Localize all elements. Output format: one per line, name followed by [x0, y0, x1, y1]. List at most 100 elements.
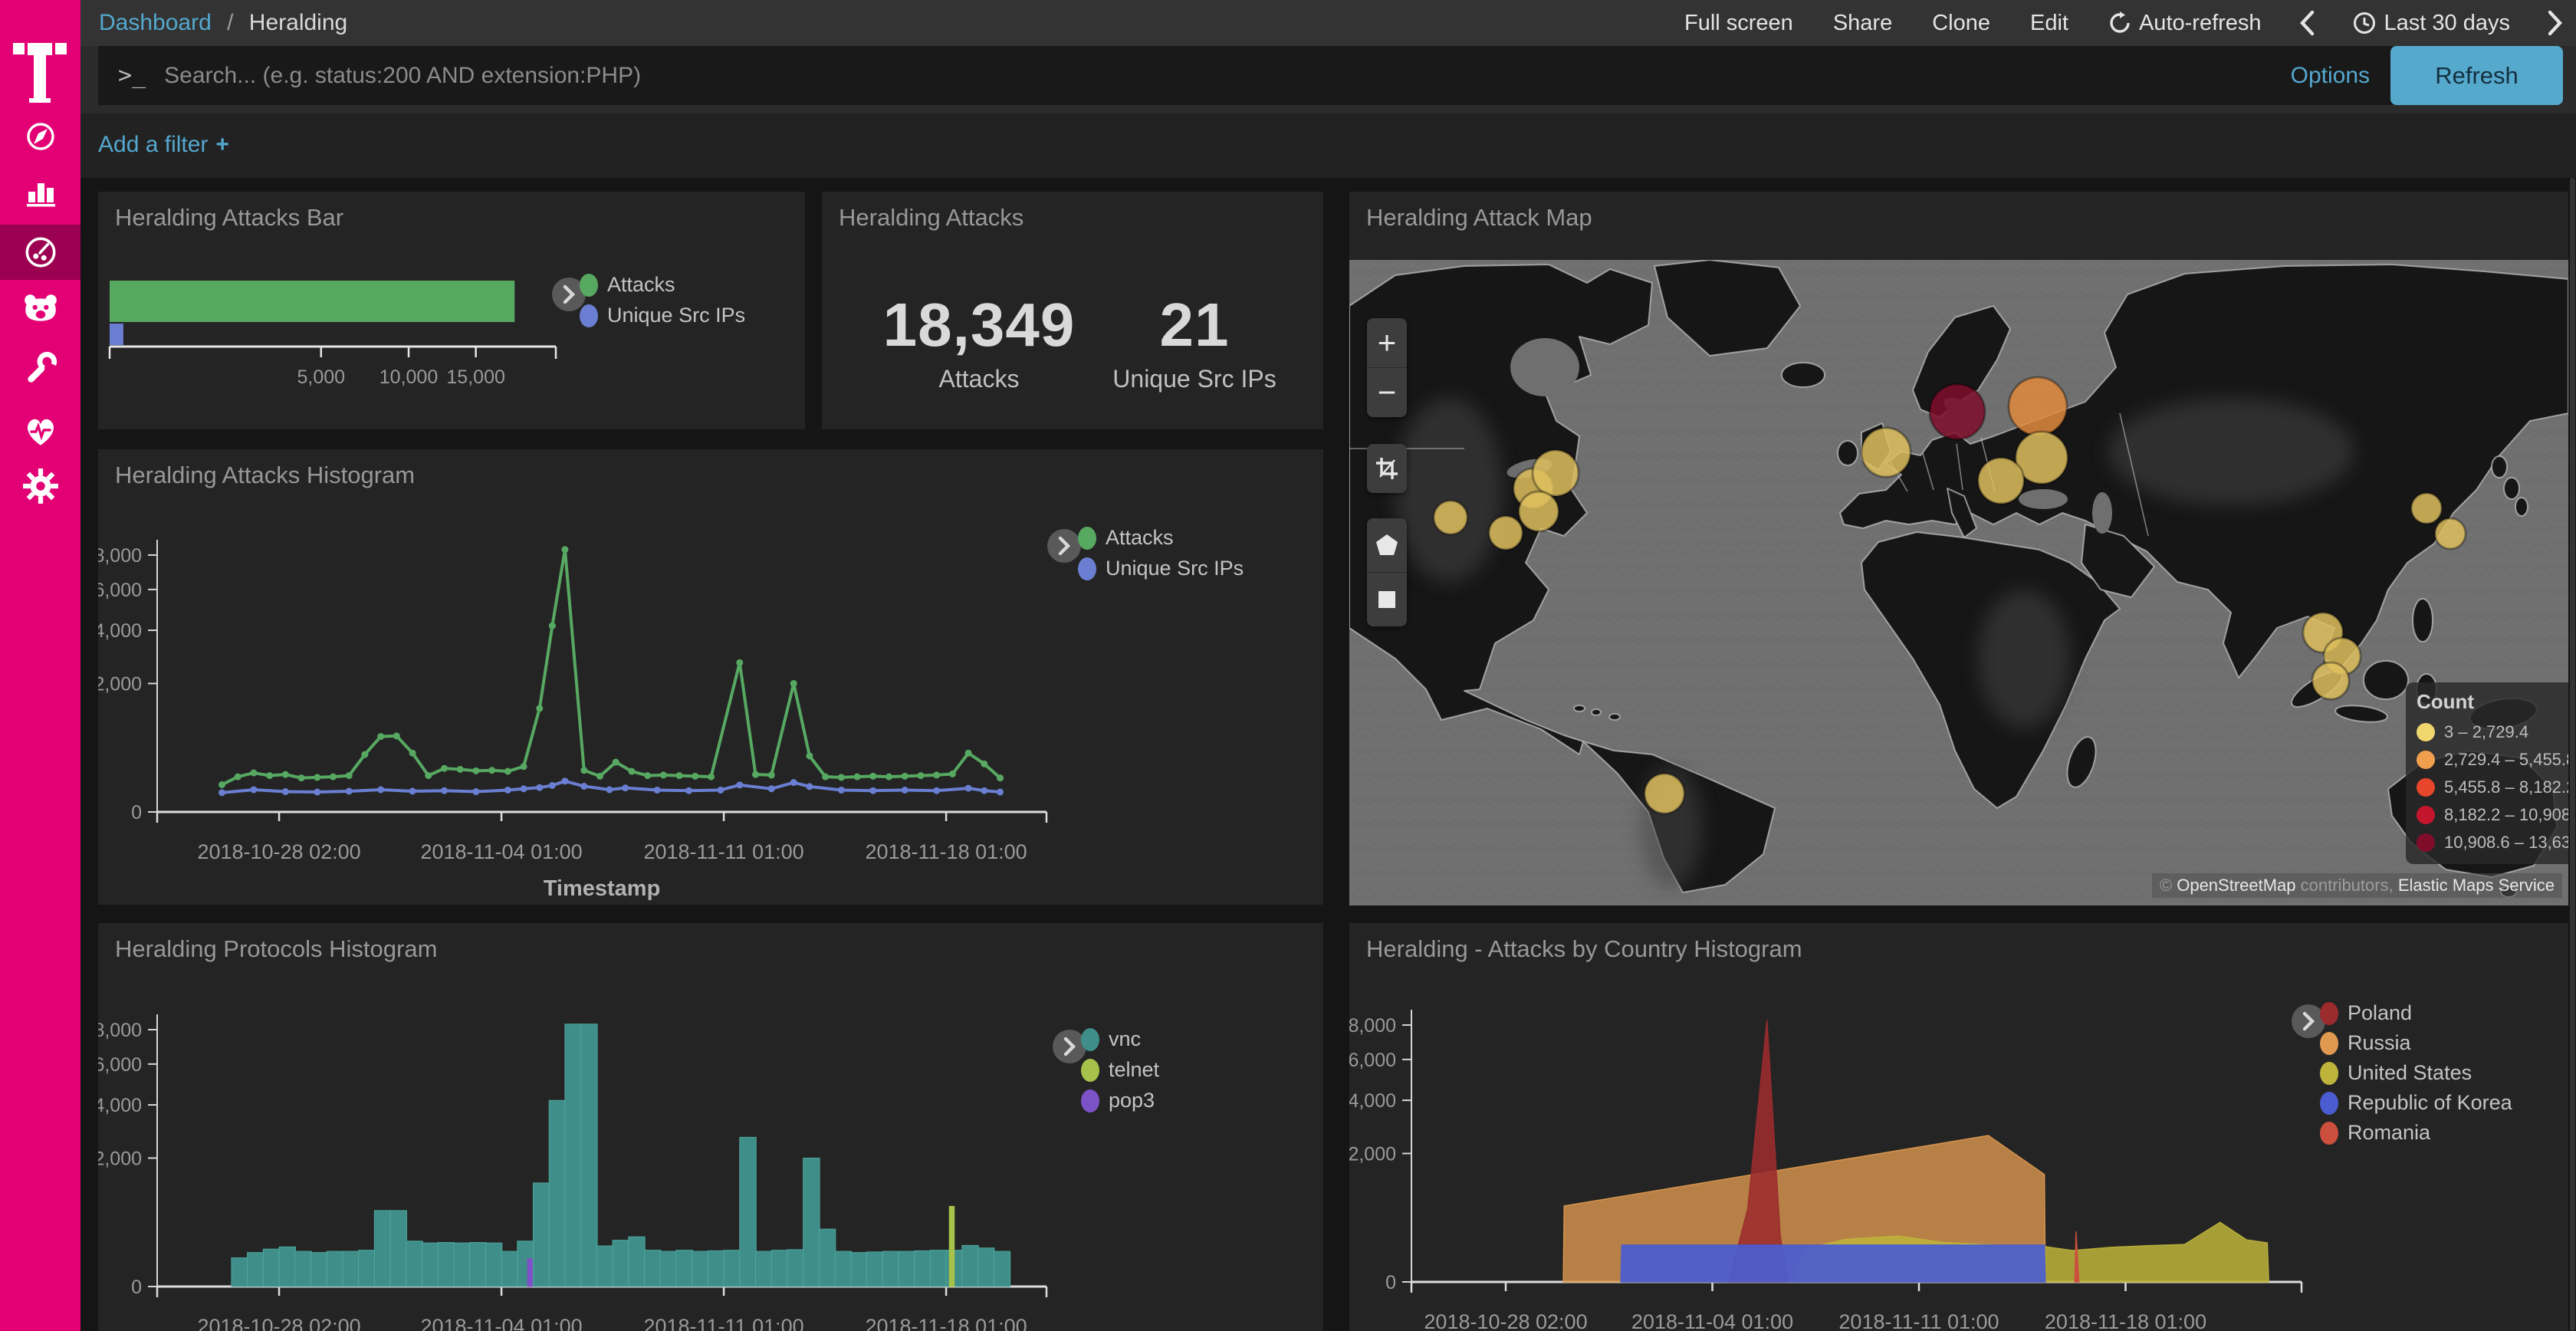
bar-vnc[interactable]: [485, 1243, 501, 1287]
bar-vnc[interactable]: [962, 1245, 978, 1287]
legend-item[interactable]: Russia: [2320, 1031, 2411, 1055]
bar-vnc[interactable]: [645, 1250, 661, 1287]
bar-vnc[interactable]: [771, 1250, 787, 1287]
options-link[interactable]: Options: [2291, 63, 2370, 89]
t-mobile-logo-icon[interactable]: [13, 26, 67, 114]
legend-item[interactable]: telnet: [1081, 1058, 1159, 1082]
bar-vnc[interactable]: [310, 1253, 327, 1287]
attack-marker[interactable]: [1533, 450, 1579, 496]
attack-marker[interactable]: [2312, 662, 2349, 699]
edit-button[interactable]: Edit: [2030, 11, 2068, 36]
search-input[interactable]: [163, 62, 2290, 90]
bar-vnc[interactable]: [534, 1183, 550, 1287]
draw-rectangle-button[interactable]: [1367, 572, 1407, 626]
bar-vnc[interactable]: [470, 1243, 486, 1287]
bar-vnc[interactable]: [978, 1248, 994, 1287]
attribution-link[interactable]: Elastic Maps Service: [2398, 876, 2555, 895]
zoom-out-button[interactable]: −: [1367, 367, 1407, 417]
bar-vnc[interactable]: [692, 1251, 708, 1287]
bar-vnc[interactable]: [930, 1250, 946, 1287]
bar-vnc[interactable]: [724, 1250, 740, 1287]
bar-vnc[interactable]: [248, 1253, 264, 1287]
sidebar-item-monitoring[interactable]: [0, 403, 80, 458]
attack-marker[interactable]: [1930, 384, 1985, 439]
zoom-in-button[interactable]: +: [1367, 318, 1407, 367]
bar-vnc[interactable]: [295, 1251, 311, 1287]
bar-vnc[interactable]: [581, 1024, 597, 1287]
attack-marker[interactable]: [1489, 516, 1523, 550]
bar-vnc[interactable]: [501, 1251, 518, 1287]
bar-vnc[interactable]: [565, 1024, 581, 1287]
crop-tool-button[interactable]: [1367, 444, 1407, 493]
bar-vnc[interactable]: [232, 1258, 248, 1287]
bar-vnc[interactable]: [851, 1253, 867, 1287]
legend-item[interactable]: Republic of Korea: [2320, 1091, 2512, 1115]
sidebar-item-dev-tools[interactable]: [0, 340, 80, 396]
bar-vnc[interactable]: [390, 1211, 406, 1287]
bar-Attacks[interactable]: [110, 281, 514, 322]
bar-vnc[interactable]: [549, 1100, 565, 1287]
bar-vnc[interactable]: [882, 1251, 899, 1287]
series-line-Attacks[interactable]: [222, 550, 1000, 785]
sidebar-item-visualize[interactable]: [0, 164, 80, 219]
legend-item[interactable]: Unique Src IPs: [580, 304, 745, 327]
bar-vnc[interactable]: [708, 1250, 724, 1287]
bar-vnc[interactable]: [740, 1137, 756, 1287]
attack-marker[interactable]: [2411, 493, 2442, 524]
bar-vnc[interactable]: [787, 1250, 803, 1287]
legend-item[interactable]: United States: [2320, 1061, 2472, 1085]
legend-item[interactable]: Unique Src IPs: [1078, 557, 1244, 580]
bar-vnc[interactable]: [803, 1158, 820, 1287]
protocols-histogram-chart[interactable]: 02,0004,0006,0008,0002018-10-28 02:00201…: [98, 923, 1323, 1331]
auto-refresh-button[interactable]: Auto-refresh: [2108, 11, 2262, 36]
breadcrumb-dashboard-link[interactable]: Dashboard: [99, 10, 212, 35]
sidebar-item-management[interactable]: [0, 458, 80, 514]
share-button[interactable]: Share: [1833, 11, 1892, 36]
bar-vnc[interactable]: [438, 1243, 454, 1287]
bar-vnc[interactable]: [374, 1211, 390, 1287]
attack-marker[interactable]: [1644, 774, 1684, 813]
attack-marker[interactable]: [1519, 491, 1559, 531]
bar-vnc[interactable]: [660, 1251, 676, 1287]
bar-vnc[interactable]: [629, 1237, 645, 1287]
attack-marker[interactable]: [1434, 501, 1467, 534]
time-range-button[interactable]: Last 30 days: [2352, 11, 2510, 36]
bar-vnc[interactable]: [915, 1250, 931, 1287]
attack-marker[interactable]: [2009, 377, 2067, 435]
bar-vnc[interactable]: [343, 1251, 359, 1287]
add-filter-button[interactable]: Add a filter+: [98, 132, 229, 158]
attribution-link[interactable]: OpenStreetMap: [2177, 876, 2295, 895]
full-screen-button[interactable]: Full screen: [1684, 11, 1793, 36]
bar-vnc[interactable]: [596, 1246, 613, 1287]
time-back-button[interactable]: [2297, 9, 2317, 37]
draw-polygon-button[interactable]: [1367, 518, 1407, 572]
sidebar-item-timelion[interactable]: [0, 282, 80, 337]
bar-vnc[interactable]: [835, 1251, 851, 1287]
time-forward-button[interactable]: [2545, 9, 2565, 37]
bar-vnc[interactable]: [899, 1251, 915, 1287]
area-Republic of Korea[interactable]: [1621, 1245, 2045, 1282]
bar-vnc[interactable]: [819, 1229, 835, 1287]
legend-item[interactable]: pop3: [1081, 1089, 1155, 1112]
bar-vnc[interactable]: [327, 1251, 343, 1287]
bar-vnc[interactable]: [613, 1241, 629, 1287]
clone-button[interactable]: Clone: [1932, 11, 1990, 36]
bar-vnc[interactable]: [359, 1250, 375, 1287]
legend-item[interactable]: Romania: [2320, 1121, 2430, 1145]
bar-pop3[interactable]: [527, 1258, 533, 1287]
refresh-button[interactable]: Refresh: [2390, 46, 2563, 105]
bar-vnc[interactable]: [867, 1252, 883, 1287]
bar-vnc[interactable]: [676, 1250, 692, 1287]
sidebar-item-dashboard[interactable]: [0, 225, 80, 280]
bar-vnc[interactable]: [422, 1243, 438, 1287]
bar-Unique Src IPs[interactable]: [110, 324, 123, 345]
legend-item[interactable]: Poland: [2320, 1001, 2412, 1025]
legend-item[interactable]: Attacks: [580, 273, 675, 297]
scrollbar[interactable]: [2570, 178, 2575, 1331]
bar-vnc[interactable]: [756, 1251, 772, 1287]
sidebar-item-discover[interactable]: [0, 109, 80, 164]
bar-vnc[interactable]: [263, 1249, 279, 1287]
legend-expand-button[interactable]: [1047, 529, 1081, 563]
bar-vnc[interactable]: [454, 1243, 470, 1287]
world-map[interactable]: + −: [1349, 260, 2568, 905]
